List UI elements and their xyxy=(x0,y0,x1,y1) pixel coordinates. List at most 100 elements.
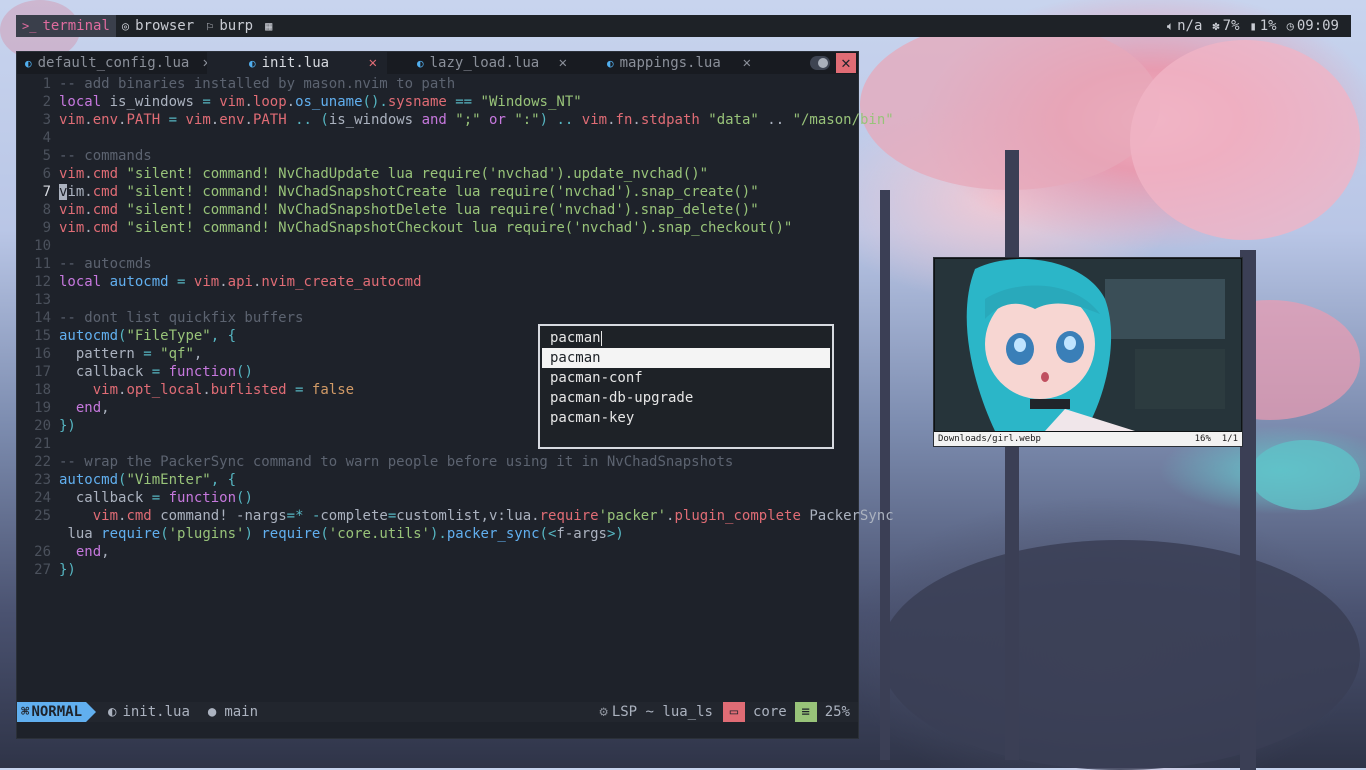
code-line[interactable]: 23 autocmd("VimEnter", { xyxy=(17,471,858,489)
code-line[interactable]: 2 local is_windows = vim.loop.os_uname().… xyxy=(17,93,858,111)
line-number: 16 xyxy=(34,346,51,362)
viewer-info: 16% 1/1 xyxy=(1195,432,1238,446)
line-number: 19 xyxy=(34,400,51,416)
launcher-option[interactable]: pacman-conf xyxy=(542,368,830,388)
line-text: vim.env.PATH = vim.env.PATH .. (is_windo… xyxy=(59,112,894,128)
statusline-file: ◐ init.lua xyxy=(108,704,190,720)
line-text: -- dont list quickfix buffers xyxy=(59,310,304,326)
line-number: 6 xyxy=(42,166,51,182)
workspace-label: browser xyxy=(135,18,195,34)
line-text: vim.cmd "silent! command! NvChadSnapshot… xyxy=(59,184,759,200)
volume-icon: 🔈︎ xyxy=(1166,19,1175,33)
code-line[interactable]: 3 vim.env.PATH = vim.env.PATH .. (is_wind… xyxy=(17,111,894,129)
code-line[interactable]: 22 -- wrap the PackerSync command to warn… xyxy=(17,453,858,471)
code-line[interactable]: 4 xyxy=(17,129,858,147)
line-number: 14 xyxy=(34,310,51,326)
line-number: 27 xyxy=(34,562,51,578)
code-line[interactable]: 8 vim.cmd "silent! command! NvChadSnapsho… xyxy=(17,201,858,219)
vim-icon: ⌘ xyxy=(21,704,30,720)
tab-default-config[interactable]: ◐ default_config.lua ✕ xyxy=(17,52,211,74)
tab-close-icon[interactable]: ✕ xyxy=(369,55,377,71)
code-line[interactable]: 26 end, xyxy=(17,543,858,561)
line-number: 25 xyxy=(34,508,51,524)
line-number: 18 xyxy=(34,382,51,398)
tab-close-icon[interactable]: ✕ xyxy=(559,55,567,71)
tab-mappings[interactable]: ◐ mappings.lua ✕ xyxy=(577,52,761,74)
launcher-option[interactable]: pacman-key xyxy=(542,408,830,428)
app-launcher[interactable]: pacman pacman pacman-conf pacman-db-upgr… xyxy=(538,324,834,449)
code-line[interactable]: 13 xyxy=(17,291,858,309)
mode-label: NORMAL xyxy=(31,704,83,720)
workspace-burp[interactable]: ⚐ burp xyxy=(200,15,259,37)
tab-init[interactable]: ◐ init.lua ✕ xyxy=(207,52,387,74)
line-number: 1 xyxy=(42,76,51,92)
line-text: vim.cmd command! -nargs=* -complete=cust… xyxy=(92,508,894,524)
clock-icon: ◷ xyxy=(1286,19,1294,33)
branch-label: main xyxy=(224,704,259,720)
line-text: callback = function() xyxy=(75,364,253,380)
line-text: vim.cmd "silent! command! NvChadSnapshot… xyxy=(59,220,793,236)
anime-girl-image xyxy=(935,259,1241,431)
tab-label: init.lua xyxy=(261,55,330,71)
code-line[interactable]: 12 local autocmd = vim.api.nvim_create_au… xyxy=(17,273,858,291)
memory-icon: ▮ xyxy=(1249,19,1257,33)
line-text: pattern = "qf", xyxy=(75,346,203,362)
line-number: 15 xyxy=(34,328,51,344)
tab-close-icon[interactable]: ✕ xyxy=(743,55,751,71)
line-text: lua require('plugins') require('core.uti… xyxy=(67,526,624,542)
launcher-search-input[interactable]: pacman xyxy=(550,330,602,346)
code-line[interactable]: 27}) xyxy=(17,561,858,579)
line-number: 4 xyxy=(42,130,51,146)
code-line[interactable]: 5 -- commands xyxy=(17,147,858,165)
code-line[interactable]: lua require('plugins') require('core.uti… xyxy=(17,525,858,543)
line-text: -- autocmds xyxy=(59,256,152,272)
line-text: vim.opt_local.buflisted = false xyxy=(92,382,355,398)
line-number: 20 xyxy=(34,418,51,434)
line-number: 17 xyxy=(34,364,51,380)
launcher-option[interactable]: pacman-db-upgrade xyxy=(542,388,830,408)
top-bar: >_ terminal ◎ browser ⚐ burp ▦ 🔈︎ n/a ✽ 7%… xyxy=(16,15,1351,37)
workspace-grid[interactable]: ▦ xyxy=(259,15,284,37)
grid-icon: ▦ xyxy=(265,19,273,33)
line-text: }) xyxy=(59,562,76,578)
code-line[interactable]: 11 -- autocmds xyxy=(17,255,858,273)
line-number: 21 xyxy=(34,436,51,452)
code-line[interactable]: 25 vim.cmd command! -nargs=* -complete=c… xyxy=(17,507,894,525)
line-number: 22 xyxy=(34,454,51,470)
line-number: 9 xyxy=(42,220,51,236)
code-line[interactable]: 9 vim.cmd "silent! command! NvChadSnapsho… xyxy=(17,219,858,237)
position-icon: ≡ xyxy=(794,702,817,722)
viewer-statusbar: Downloads/girl.webp 16% 1/1 xyxy=(934,432,1242,446)
code-line[interactable]: 6 vim.cmd "silent! command! NvChadUpdate … xyxy=(17,165,858,183)
line-number: 24 xyxy=(34,490,51,506)
line-text: callback = function() xyxy=(75,490,253,506)
gear-icon: ⚙ xyxy=(599,704,608,720)
line-text: vim.cmd "silent! command! NvChadUpdate l… xyxy=(59,166,709,182)
line-text: end, xyxy=(75,544,110,560)
close-all-button[interactable]: ✕ xyxy=(836,53,856,73)
theme-toggle-icon[interactable] xyxy=(810,56,830,70)
line-number: 5 xyxy=(42,148,51,164)
line-number: 8 xyxy=(42,202,51,218)
system-status: 🔈︎ n/a ✽ 7% ▮ 1% ◷ 09:09 xyxy=(1167,18,1351,34)
line-number: 13 xyxy=(34,292,51,308)
lua-file-icon: ◐ xyxy=(249,56,256,70)
line-text: vim.cmd "silent! command! NvChadSnapshot… xyxy=(59,202,759,218)
line-text: -- wrap the PackerSync command to warn p… xyxy=(59,454,734,470)
workspace-terminal[interactable]: >_ terminal xyxy=(16,15,116,37)
code-line[interactable]: 1 -- add binaries installed by mason.nvim… xyxy=(17,75,858,93)
volume-value: n/a xyxy=(1177,18,1203,34)
launcher-option[interactable]: pacman xyxy=(542,348,830,368)
image-viewer[interactable]: Downloads/girl.webp 16% 1/1 xyxy=(933,257,1243,447)
workspace-label: burp xyxy=(219,18,254,34)
workspace-browser[interactable]: ◎ browser xyxy=(116,15,200,37)
viewer-zoom: 16% xyxy=(1194,434,1211,444)
mode-indicator: ⌘ NORMAL xyxy=(17,702,87,722)
code-line[interactable]: 7 vim.cmd "silent! command! NvChadSnapsho… xyxy=(17,183,858,201)
code-line[interactable]: 10 xyxy=(17,237,858,255)
line-text: -- add binaries installed by mason.nvim … xyxy=(59,76,456,92)
code-line[interactable]: 24 callback = function() xyxy=(17,489,858,507)
line-number: 26 xyxy=(34,544,51,560)
line-text: end, xyxy=(75,400,110,416)
tab-lazy-load[interactable]: ◐ lazy_load.lua ✕ xyxy=(387,52,577,74)
